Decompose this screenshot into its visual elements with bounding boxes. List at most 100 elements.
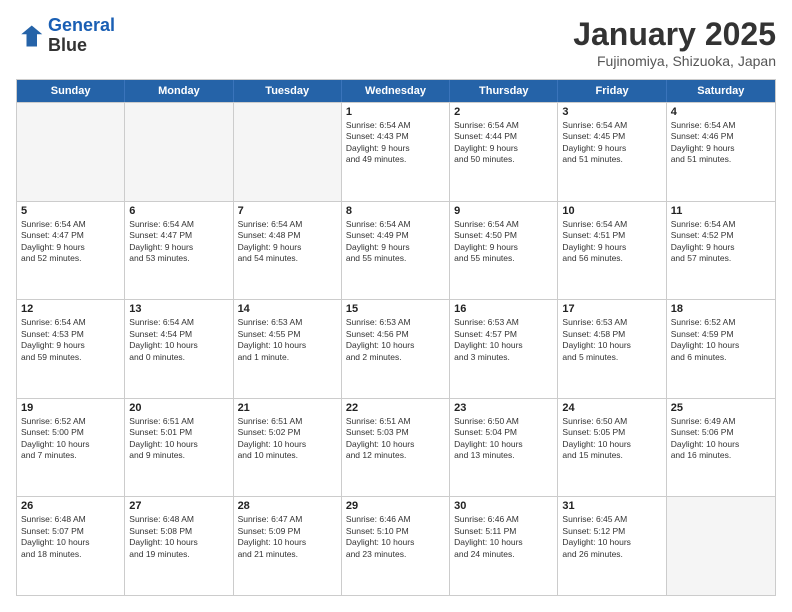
day-number: 18 <box>671 303 771 315</box>
day-number: 2 <box>454 106 553 118</box>
header-cell-friday: Friday <box>558 80 666 102</box>
day-number: 7 <box>238 205 337 217</box>
calendar: SundayMondayTuesdayWednesdayThursdayFrid… <box>16 79 776 596</box>
cal-cell <box>667 497 775 595</box>
cell-info: Sunrise: 6:52 AM Sunset: 5:00 PM Dayligh… <box>21 416 120 462</box>
cell-info: Sunrise: 6:52 AM Sunset: 4:59 PM Dayligh… <box>671 317 771 363</box>
cell-info: Sunrise: 6:54 AM Sunset: 4:46 PM Dayligh… <box>671 120 771 166</box>
cell-info: Sunrise: 6:51 AM Sunset: 5:03 PM Dayligh… <box>346 416 445 462</box>
header-cell-saturday: Saturday <box>667 80 775 102</box>
cal-cell: 25Sunrise: 6:49 AM Sunset: 5:06 PM Dayli… <box>667 399 775 497</box>
cell-info: Sunrise: 6:54 AM Sunset: 4:53 PM Dayligh… <box>21 317 120 363</box>
cell-info: Sunrise: 6:46 AM Sunset: 5:11 PM Dayligh… <box>454 514 553 560</box>
cell-info: Sunrise: 6:46 AM Sunset: 5:10 PM Dayligh… <box>346 514 445 560</box>
cell-info: Sunrise: 6:49 AM Sunset: 5:06 PM Dayligh… <box>671 416 771 462</box>
header-cell-monday: Monday <box>125 80 233 102</box>
day-number: 11 <box>671 205 771 217</box>
cal-cell: 27 Sunrise: 6:48 AM Sunset: 5:08 PM Dayli… <box>125 497 233 595</box>
cell-info: Sunrise: 6:51 AM Sunset: 5:01 PM Dayligh… <box>129 416 228 462</box>
cell-info: Sunrise: 6:54 AM Sunset: 4:44 PM Dayligh… <box>454 120 553 166</box>
cal-cell: 26 Sunrise: 6:48 AM Sunset: 5:07 PM Dayli… <box>17 497 125 595</box>
location: Fujinomiya, Shizuoka, Japan <box>573 53 776 69</box>
cal-cell: 20 Sunrise: 6:51 AM Sunset: 5:01 PM Dayli… <box>125 399 233 497</box>
cell-info: Sunrise: 6:48 AM Sunset: 5:08 PM Dayligh… <box>129 514 228 560</box>
cal-cell <box>234 103 342 201</box>
cell-info: Sunrise: 6:47 AM Sunset: 5:09 PM Dayligh… <box>238 514 337 560</box>
page: General Blue January 2025 Fujinomiya, Sh… <box>0 0 792 612</box>
cal-cell: 1 Sunrise: 6:54 AM Sunset: 4:43 PM Daylig… <box>342 103 450 201</box>
cell-info: Sunrise: 6:50 AM Sunset: 5:04 PM Dayligh… <box>454 416 553 462</box>
cell-info: Sunrise: 6:53 AM Sunset: 4:55 PM Dayligh… <box>238 317 337 363</box>
day-number: 27 <box>129 500 228 512</box>
cell-info: Sunrise: 6:54 AM Sunset: 4:45 PM Dayligh… <box>562 120 661 166</box>
cal-cell: 5 Sunrise: 6:54 AM Sunset: 4:47 PM Daylig… <box>17 202 125 300</box>
cell-info: Sunrise: 6:54 AM Sunset: 4:50 PM Dayligh… <box>454 219 553 265</box>
cal-cell: 15Sunrise: 6:53 AM Sunset: 4:56 PM Dayli… <box>342 300 450 398</box>
header: General Blue January 2025 Fujinomiya, Sh… <box>16 16 776 69</box>
day-number: 12 <box>21 303 120 315</box>
day-number: 26 <box>21 500 120 512</box>
cal-cell: 4 Sunrise: 6:54 AM Sunset: 4:46 PM Daylig… <box>667 103 775 201</box>
day-number: 10 <box>562 205 661 217</box>
day-number: 9 <box>454 205 553 217</box>
cal-cell: 13 Sunrise: 6:54 AM Sunset: 4:54 PM Dayli… <box>125 300 233 398</box>
cal-cell: 6Sunrise: 6:54 AM Sunset: 4:47 PM Daylig… <box>125 202 233 300</box>
cell-info: Sunrise: 6:48 AM Sunset: 5:07 PM Dayligh… <box>21 514 120 560</box>
cal-cell: 31 Sunrise: 6:45 AM Sunset: 5:12 PM Dayli… <box>558 497 666 595</box>
cal-cell: 3 Sunrise: 6:54 AM Sunset: 4:45 PM Daylig… <box>558 103 666 201</box>
cal-cell: 11Sunrise: 6:54 AM Sunset: 4:52 PM Dayli… <box>667 202 775 300</box>
month-title: January 2025 <box>573 16 776 53</box>
cal-cell: 30 Sunrise: 6:46 AM Sunset: 5:11 PM Dayli… <box>450 497 558 595</box>
day-number: 8 <box>346 205 445 217</box>
cell-info: Sunrise: 6:54 AM Sunset: 4:54 PM Dayligh… <box>129 317 228 363</box>
day-number: 20 <box>129 402 228 414</box>
day-number: 24 <box>562 402 661 414</box>
day-number: 5 <box>21 205 120 217</box>
day-number: 19 <box>21 402 120 414</box>
day-number: 28 <box>238 500 337 512</box>
cal-cell: 16Sunrise: 6:53 AM Sunset: 4:57 PM Dayli… <box>450 300 558 398</box>
cal-cell: 8 Sunrise: 6:54 AM Sunset: 4:49 PM Daylig… <box>342 202 450 300</box>
cell-info: Sunrise: 6:54 AM Sunset: 4:43 PM Dayligh… <box>346 120 445 166</box>
day-number: 22 <box>346 402 445 414</box>
day-number: 1 <box>346 106 445 118</box>
day-number: 4 <box>671 106 771 118</box>
logo: General Blue <box>16 16 115 56</box>
logo-icon <box>16 22 44 50</box>
day-number: 21 <box>238 402 337 414</box>
cal-row-2: 12 Sunrise: 6:54 AM Sunset: 4:53 PM Dayli… <box>17 299 775 398</box>
cell-info: Sunrise: 6:54 AM Sunset: 4:49 PM Dayligh… <box>346 219 445 265</box>
cal-cell: 29 Sunrise: 6:46 AM Sunset: 5:10 PM Dayli… <box>342 497 450 595</box>
cell-info: Sunrise: 6:45 AM Sunset: 5:12 PM Dayligh… <box>562 514 661 560</box>
day-number: 3 <box>562 106 661 118</box>
cal-row-4: 26 Sunrise: 6:48 AM Sunset: 5:07 PM Dayli… <box>17 496 775 595</box>
logo-text: General Blue <box>48 16 115 56</box>
day-number: 17 <box>562 303 661 315</box>
cal-cell: 24Sunrise: 6:50 AM Sunset: 5:05 PM Dayli… <box>558 399 666 497</box>
cal-row-0: 1 Sunrise: 6:54 AM Sunset: 4:43 PM Daylig… <box>17 102 775 201</box>
cal-row-1: 5 Sunrise: 6:54 AM Sunset: 4:47 PM Daylig… <box>17 201 775 300</box>
header-cell-wednesday: Wednesday <box>342 80 450 102</box>
cal-cell: 19 Sunrise: 6:52 AM Sunset: 5:00 PM Dayli… <box>17 399 125 497</box>
calendar-header: SundayMondayTuesdayWednesdayThursdayFrid… <box>17 80 775 102</box>
cell-info: Sunrise: 6:51 AM Sunset: 5:02 PM Dayligh… <box>238 416 337 462</box>
cal-cell <box>17 103 125 201</box>
header-cell-thursday: Thursday <box>450 80 558 102</box>
cal-cell: 23 Sunrise: 6:50 AM Sunset: 5:04 PM Dayli… <box>450 399 558 497</box>
day-number: 13 <box>129 303 228 315</box>
calendar-body: 1 Sunrise: 6:54 AM Sunset: 4:43 PM Daylig… <box>17 102 775 595</box>
cal-row-3: 19 Sunrise: 6:52 AM Sunset: 5:00 PM Dayli… <box>17 398 775 497</box>
title-block: January 2025 Fujinomiya, Shizuoka, Japan <box>573 16 776 69</box>
day-number: 30 <box>454 500 553 512</box>
cell-info: Sunrise: 6:53 AM Sunset: 4:57 PM Dayligh… <box>454 317 553 363</box>
cell-info: Sunrise: 6:54 AM Sunset: 4:47 PM Dayligh… <box>21 219 120 265</box>
cell-info: Sunrise: 6:54 AM Sunset: 4:48 PM Dayligh… <box>238 219 337 265</box>
cal-cell: 28 Sunrise: 6:47 AM Sunset: 5:09 PM Dayli… <box>234 497 342 595</box>
day-number: 6 <box>129 205 228 217</box>
cal-cell: 22 Sunrise: 6:51 AM Sunset: 5:03 PM Dayli… <box>342 399 450 497</box>
cal-cell: 14Sunrise: 6:53 AM Sunset: 4:55 PM Dayli… <box>234 300 342 398</box>
cell-info: Sunrise: 6:53 AM Sunset: 4:58 PM Dayligh… <box>562 317 661 363</box>
day-number: 29 <box>346 500 445 512</box>
day-number: 23 <box>454 402 553 414</box>
day-number: 31 <box>562 500 661 512</box>
